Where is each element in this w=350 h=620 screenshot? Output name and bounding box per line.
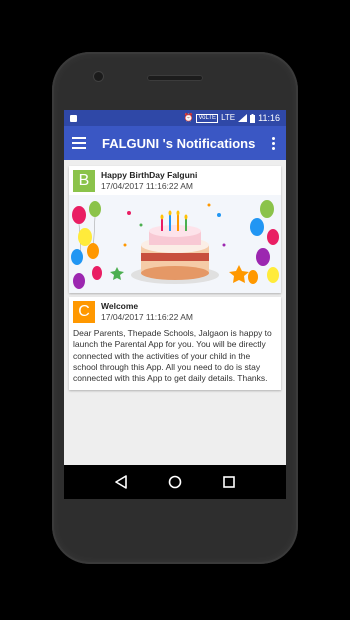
notification-list: B Happy BirthDay Falguni 17/04/2017 11:1…: [64, 160, 286, 465]
navigation-bar: [64, 465, 286, 499]
notification-title: Welcome: [101, 301, 139, 311]
notification-title: Happy BirthDay Falguni: [101, 170, 198, 180]
notification-date: 17/04/2017 11:16:22 AM: [101, 181, 194, 191]
hamburger-icon[interactable]: [72, 137, 86, 149]
birthday-image: [69, 195, 281, 293]
network-type: LTE: [221, 113, 236, 122]
page-title: FALGUNI 's Notifications: [102, 135, 256, 151]
app-bar: FALGUNI 's Notifications: [64, 126, 286, 160]
alarm-icon: ⏰: [183, 113, 194, 122]
notification-badge-icon: [70, 114, 77, 122]
avatar: B: [73, 169, 95, 192]
battery-icon: [250, 113, 256, 123]
notification-card-welcome[interactable]: C Welcome 17/04/2017 11:16:22 AM Dear Pa…: [69, 297, 281, 391]
recents-icon[interactable]: [219, 472, 239, 492]
front-camera: [94, 72, 103, 81]
home-icon[interactable]: [165, 472, 185, 492]
earpiece-speaker: [147, 75, 203, 81]
volte-indicator: VoLTE: [196, 113, 219, 123]
birthday-cake-balloons-icon: [69, 195, 281, 293]
overflow-menu-icon[interactable]: [268, 136, 278, 150]
status-bar: ⏰ VoLTE LTE 11:16: [64, 110, 286, 126]
signal-icon: [238, 114, 248, 122]
notification-date: 17/04/2017 11:16:22 AM: [101, 312, 194, 322]
notification-card-birthday[interactable]: B Happy BirthDay Falguni 17/04/2017 11:1…: [69, 166, 281, 293]
screen: ⏰ VoLTE LTE 11:16 FALGUNI 's Notificatio…: [64, 110, 286, 499]
back-icon[interactable]: [111, 472, 131, 492]
status-time: 11:16: [258, 113, 280, 123]
avatar: C: [73, 300, 95, 323]
notification-body: Dear Parents, Thepade Schools, Jalgaon i…: [73, 328, 272, 384]
